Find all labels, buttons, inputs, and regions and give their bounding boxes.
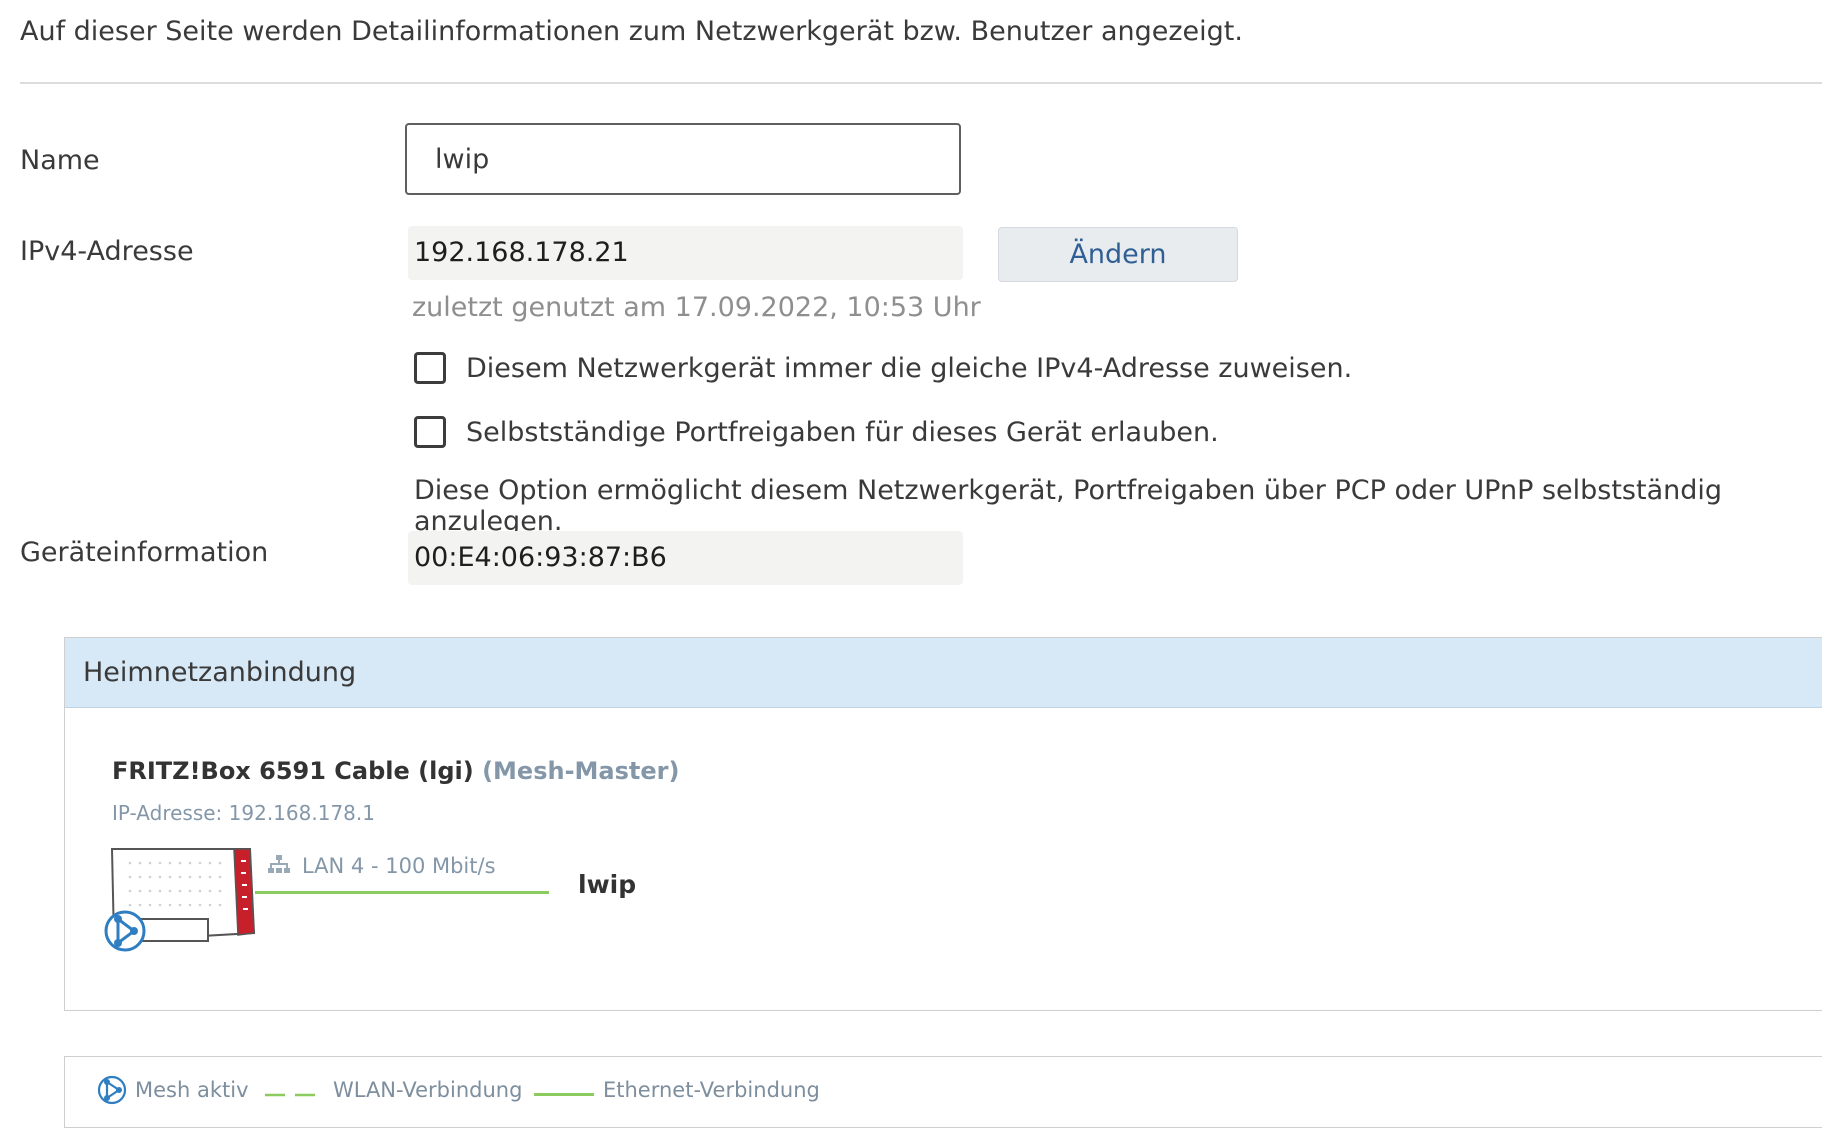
static-ip-label: Diesem Netzwerkgerät immer die gleiche I…: [466, 352, 1353, 384]
lan-icon: [268, 855, 290, 873]
wlan-line-sample: [265, 1093, 325, 1097]
port-forward-description: Diese Option ermöglicht diesem Netzwerkg…: [414, 475, 1723, 537]
ethernet-line-sample: [534, 1093, 594, 1096]
mac-address-value: 00:E4:06:93:87:B6: [408, 531, 963, 585]
router-ip: IP-Adresse: 192.168.178.1: [112, 801, 375, 825]
router-name: FRITZ!Box 6591 Cable (lgi): [112, 757, 474, 785]
router-role: (Mesh-Master): [482, 757, 680, 785]
device-info-label: Geräteinformation: [20, 537, 269, 568]
page-intro-text: Auf dieser Seite werden Detailinformatio…: [20, 16, 1243, 47]
ipv4-value: 192.168.178.21: [408, 226, 963, 280]
change-ip-button[interactable]: Ändern: [998, 227, 1238, 282]
router-device-icon: [104, 848, 256, 952]
legend-mesh-label: Mesh aktiv: [135, 1078, 249, 1102]
connection-label: LAN 4 - 100 Mbit/s: [302, 854, 496, 878]
last-used-text: zuletzt genutzt am 17.09.2022, 10:53 Uhr: [412, 292, 981, 323]
ethernet-connection-line: [255, 891, 549, 894]
port-forward-checkbox[interactable]: [414, 416, 446, 448]
legend-bar: [64, 1056, 1822, 1128]
router-title: FRITZ!Box 6591 Cable (lgi) (Mesh-Master): [112, 757, 679, 785]
port-forward-option[interactable]: Selbstständige Portfreigaben für dieses …: [414, 416, 1219, 448]
legend-ethernet-label: Ethernet-Verbindung: [603, 1078, 820, 1102]
ipv4-label: IPv4-Adresse: [20, 236, 194, 267]
legend-wlan-label: WLAN-Verbindung: [333, 1078, 523, 1102]
static-ip-checkbox[interactable]: [414, 352, 446, 384]
static-ip-option[interactable]: Diesem Netzwerkgerät immer die gleiche I…: [414, 352, 1352, 384]
name-label: Name: [20, 145, 100, 176]
divider: [20, 82, 1822, 84]
name-input[interactable]: [405, 123, 961, 195]
port-forward-label: Selbstständige Portfreigaben für dieses …: [466, 416, 1219, 448]
heimnetz-title: Heimnetzanbindung: [65, 638, 1822, 708]
client-device-name[interactable]: lwip: [578, 870, 636, 899]
mesh-active-icon: [97, 1075, 127, 1105]
